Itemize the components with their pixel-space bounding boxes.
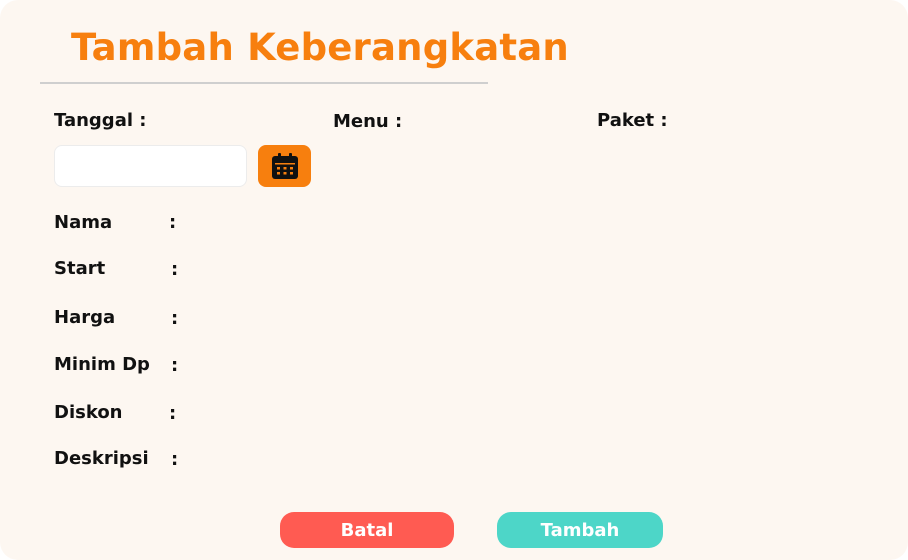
nama-colon: : [169, 212, 177, 233]
submit-button[interactable]: Tambah [497, 512, 663, 548]
deskripsi-colon: : [171, 449, 179, 470]
nama-label: Nama [54, 212, 113, 233]
date-input[interactable] [54, 145, 247, 187]
menu-label: Menu : [333, 111, 403, 132]
diskon-label: Diskon [54, 402, 123, 423]
page-title: Tambah Keberangkatan [71, 26, 569, 69]
add-departure-form: Tambah Keberangkatan Tanggal : Menu : Pa… [0, 0, 908, 560]
start-colon: : [171, 259, 179, 280]
tanggal-label: Tanggal : [54, 110, 147, 131]
harga-colon: : [171, 308, 179, 329]
harga-label: Harga [54, 307, 116, 328]
start-label: Start [54, 258, 106, 279]
cancel-button[interactable]: Batal [280, 512, 454, 548]
minim-dp-label: Minim Dp [54, 354, 150, 375]
minim-dp-colon: : [171, 355, 179, 376]
paket-label: Paket : [597, 110, 668, 131]
title-divider [40, 82, 488, 84]
diskon-colon: : [169, 403, 177, 424]
calendar-icon [271, 152, 299, 180]
calendar-button[interactable] [258, 145, 311, 187]
deskripsi-label: Deskripsi [54, 448, 149, 469]
